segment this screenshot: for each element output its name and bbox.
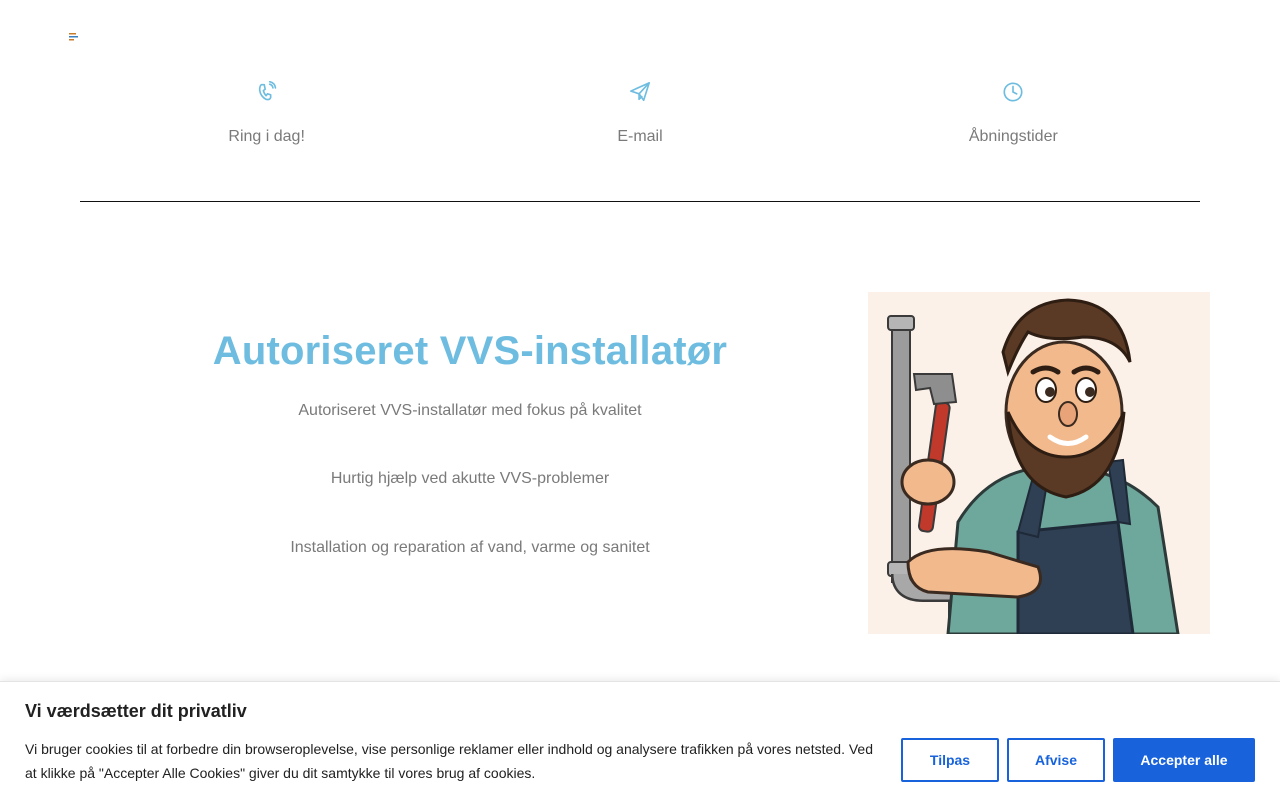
email-info[interactable]: E-mail bbox=[453, 70, 826, 201]
cookie-consent-banner: Vi værdsætter dit privatliv Vi bruger co… bbox=[0, 681, 1280, 800]
cookie-banner-text: Vi bruger cookies til at forbedre din br… bbox=[25, 741, 873, 781]
cookie-banner-title: Vi værdsætter dit privatliv bbox=[25, 701, 247, 721]
contact-info-row: Ring i dag! E-mail Åbningstider bbox=[80, 70, 1200, 202]
plumber-drawing bbox=[887, 298, 1180, 634]
phone-ringing-icon bbox=[258, 81, 276, 101]
customize-button[interactable]: Tilpas bbox=[901, 738, 999, 782]
hero-line-quality: Autoriseret VVS-installatør med fokus på… bbox=[298, 402, 642, 419]
plumber-illustration bbox=[868, 292, 1210, 634]
hours-info[interactable]: Åbningstider bbox=[827, 70, 1200, 201]
clock-icon bbox=[1003, 82, 1023, 102]
email-label: E-mail bbox=[617, 128, 663, 145]
site-logo[interactable] bbox=[69, 33, 79, 41]
hero-title: Autoriseret VVS-installatør bbox=[212, 329, 728, 373]
hero-line-services: Installation og reparation af vand, varm… bbox=[290, 539, 650, 556]
hours-label: Åbningstider bbox=[968, 128, 1058, 145]
paper-plane-icon bbox=[629, 82, 650, 102]
hero-line-emergency: Hurtig hjælp ved akutte VVS-problemer bbox=[330, 470, 610, 487]
phone-label: Ring i dag! bbox=[228, 128, 305, 145]
accept-all-button[interactable]: Accepter alle bbox=[1113, 738, 1255, 782]
hero-section: Autoriseret VVS-installatør Autoriseret … bbox=[80, 325, 860, 556]
phone-info[interactable]: Ring i dag! bbox=[80, 70, 453, 201]
reject-button[interactable]: Afvise bbox=[1007, 738, 1105, 782]
